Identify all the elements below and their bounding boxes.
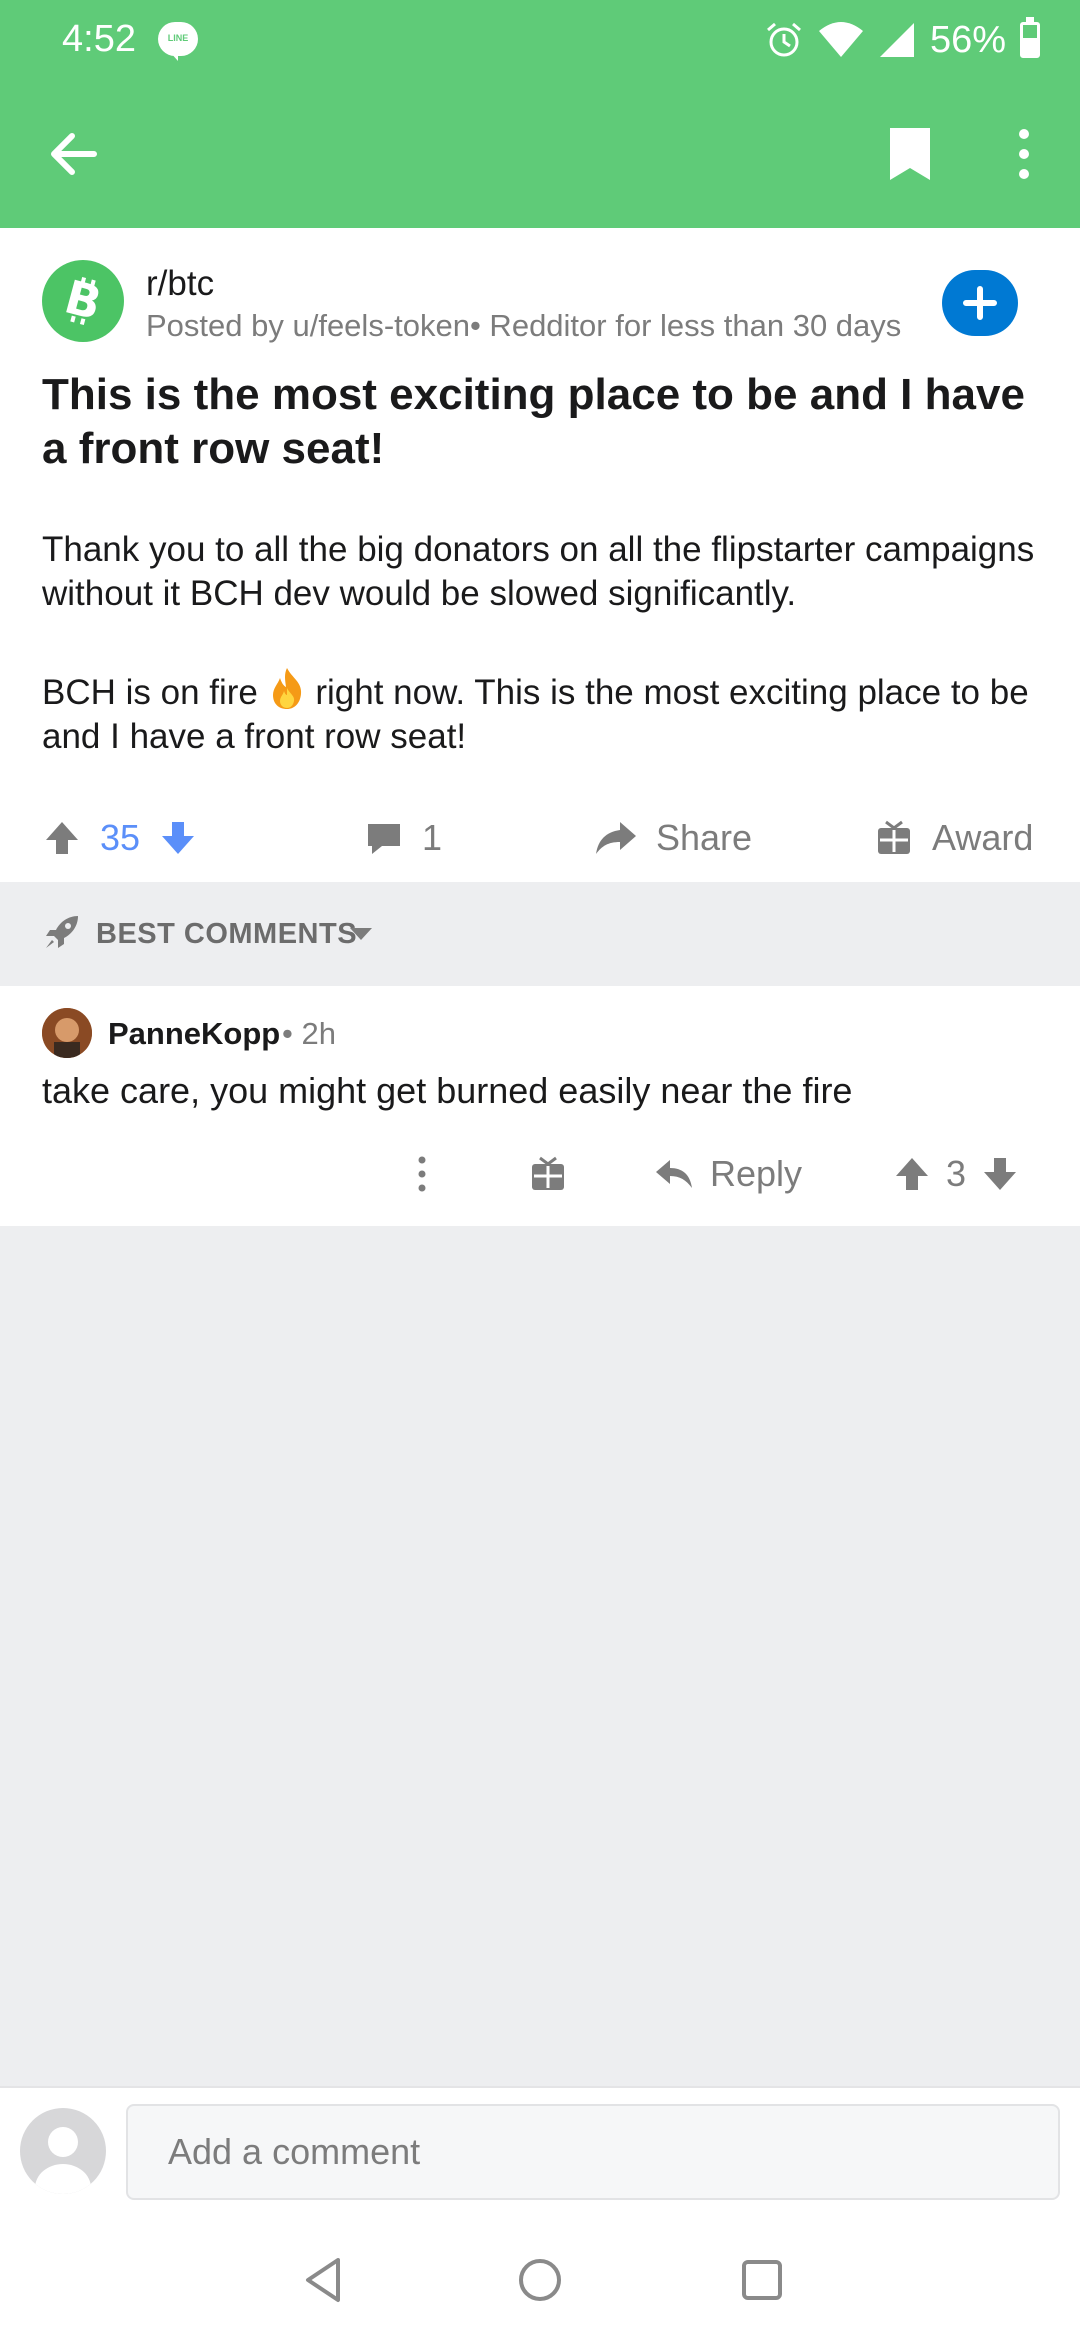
post-body-paragraph: Thank you to all the big donators on all… [42, 530, 1035, 613]
system-navigation-bar [0, 2216, 1080, 2340]
app-bar [0, 80, 1080, 228]
signal-icon [879, 23, 914, 57]
comment-composer [0, 2086, 1080, 2216]
reply-icon [656, 1160, 692, 1188]
subreddit-name[interactable]: r/btc [146, 264, 214, 304]
empty-feed-area [0, 1226, 1080, 2086]
bitcoin-cash-icon: B [59, 269, 107, 330]
comment-vote-group: 3 [892, 1134, 1020, 1214]
comment-award-button[interactable] [528, 1134, 568, 1214]
post-body-paragraph: BCH is on fire right now. This is the mo… [42, 666, 1052, 759]
status-bar: 4:52 LINE 56% [0, 0, 1080, 80]
alarm-icon [766, 22, 801, 57]
post-body-text: BCH is on fire [42, 673, 268, 712]
share-label: Share [656, 817, 753, 858]
award-label: Award [932, 817, 1034, 858]
post-body: Thank you to all the big donators on all… [42, 528, 1052, 809]
user-avatar-icon [42, 1008, 92, 1058]
nav-recents-icon[interactable] [734, 2252, 790, 2308]
subreddit-avatar[interactable]: B [42, 260, 124, 342]
comment-score: 3 [946, 1153, 967, 1194]
reply-button[interactable]: Reply [654, 1134, 802, 1214]
more-vert-icon [418, 1156, 426, 1192]
battery-percent: 56% [929, 18, 1006, 61]
sort-label: BEST COMMENTS [96, 918, 358, 950]
current-user-avatar [20, 2108, 106, 2194]
plus-icon [963, 286, 997, 320]
comment-action-bar: Reply 3 [0, 1134, 1080, 1214]
comment-author-avatar[interactable] [42, 1008, 92, 1058]
status-time: 4:52 [62, 18, 136, 60]
line-notification-icon: LINE [158, 22, 198, 61]
comment-more-button[interactable] [404, 1134, 440, 1214]
comment-text: take care, you might get burned easily n… [42, 1070, 853, 1111]
post-title: This is the most exciting place to be an… [42, 370, 1025, 473]
comments-button[interactable]: 1 [364, 794, 442, 882]
status-icons: 56% [764, 16, 1040, 64]
nav-home-icon[interactable] [512, 2252, 568, 2308]
add-comment-input[interactable] [126, 2104, 1060, 2200]
gift-icon [532, 1156, 564, 1190]
share-button[interactable]: Share [594, 794, 752, 882]
downvote-icon[interactable] [158, 818, 198, 858]
bookmark-icon[interactable] [884, 124, 936, 184]
upvote-icon[interactable] [892, 1154, 932, 1194]
gift-icon [878, 820, 910, 854]
comment-count: 1 [422, 817, 443, 858]
post-action-bar: 35 1 Share Award [0, 794, 1080, 882]
user-silhouette-icon [35, 2127, 91, 2194]
share-icon [596, 822, 636, 854]
line-badge-label: LINE [167, 33, 189, 43]
back-arrow-icon[interactable] [42, 122, 106, 186]
battery-icon [1020, 17, 1040, 58]
post-meta[interactable]: Posted by u/feels-token• Redditor for le… [146, 308, 936, 344]
rocket-icon [46, 916, 78, 948]
comment-author[interactable]: PanneKopp [108, 1016, 280, 1052]
fire-emoji-icon [272, 668, 301, 709]
join-subreddit-button[interactable] [942, 270, 1018, 336]
post-vote-group: 35 [42, 794, 198, 882]
nav-back-icon[interactable] [296, 2252, 352, 2308]
comments-sort-bar[interactable]: BEST COMMENTS [0, 882, 1080, 986]
downvote-icon[interactable] [980, 1154, 1020, 1194]
comment-icon [368, 824, 400, 854]
award-button[interactable]: Award [874, 794, 1033, 882]
post: B r/btc Posted by u/feels-token• Reddito… [0, 228, 1080, 882]
chevron-down-icon [350, 928, 372, 940]
comment-time: • 2h [282, 1016, 336, 1051]
upvote-icon[interactable] [42, 818, 82, 858]
more-vert-icon[interactable] [1004, 126, 1044, 182]
reply-label: Reply [710, 1153, 803, 1194]
comment: PanneKopp • 2h take care, you might get … [0, 986, 1080, 1226]
wifi-icon [818, 22, 863, 57]
post-score: 35 [100, 817, 141, 858]
app-header: 4:52 LINE 56% [0, 0, 1080, 228]
